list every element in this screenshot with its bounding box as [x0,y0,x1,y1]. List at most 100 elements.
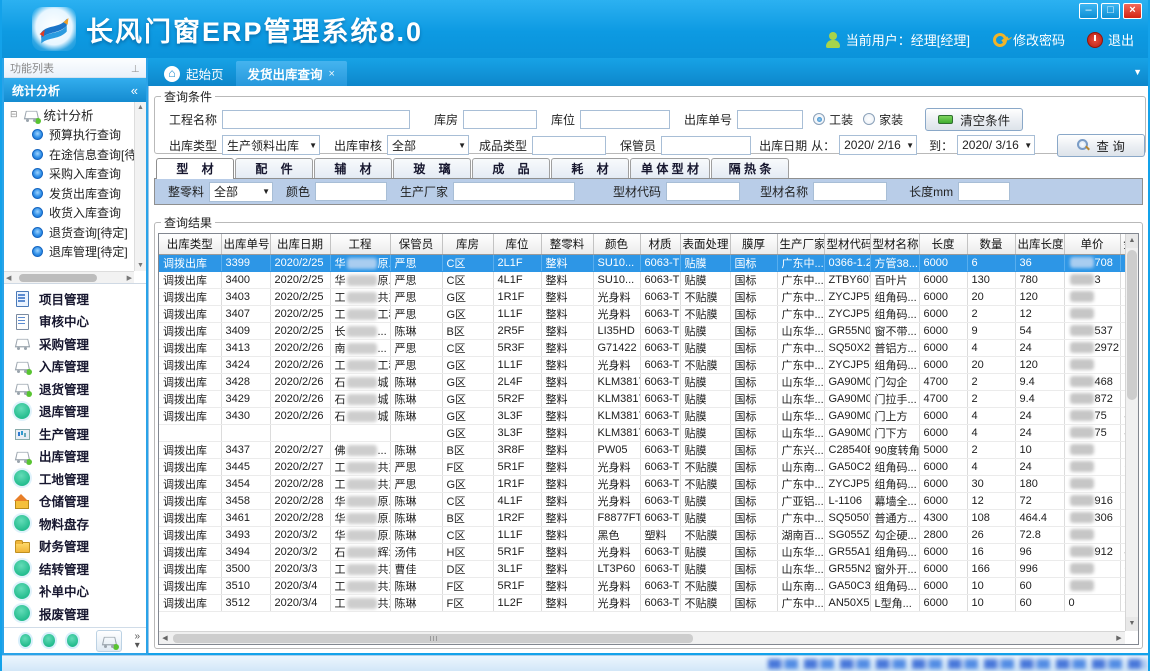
order-no-input[interactable] [737,110,803,129]
table-row[interactable]: 调拨出库34452020/2/27工共工程严思F区5R1F整料光身料6063-T… [159,458,1138,475]
maker-input[interactable] [453,182,575,201]
pin-icon[interactable]: ⊤ [131,62,140,73]
scroll-left-icon[interactable]: ◀ [159,634,171,642]
column-header-保管员[interactable]: 保管员 [390,234,442,254]
column-header-单价[interactable]: 单价 [1064,234,1120,254]
sidebar-item-物料盘存[interactable]: 物料盘存 [14,513,146,534]
column-header-膜厚[interactable]: 膜厚 [730,234,777,254]
product-type-input[interactable] [532,136,606,155]
tree-expander-icon[interactable]: ⊟ [10,109,18,120]
material-tab-型材[interactable]: 型 材 [156,158,234,179]
date-from-picker[interactable]: 2020/ 2/16▼ [839,135,917,155]
sidebar-item-审核中心[interactable]: 审核中心 [14,310,146,331]
tab-overflow-icon[interactable]: ▼ [1133,67,1142,77]
table-row[interactable]: 调拨出库34932020/3/2华原...陈琳C区1L1F整料黑色塑料不贴膜国标… [159,526,1138,543]
minimize-button[interactable]: – [1079,3,1098,19]
scroll-thumb[interactable] [1127,250,1137,400]
clear-conditions-button[interactable]: 清空条件 [925,108,1023,131]
cart-module-button[interactable] [96,630,122,652]
scroll-down-icon[interactable]: ▼ [1126,617,1138,631]
sidebar-item-项目管理[interactable]: 项目管理 [14,288,146,309]
column-header-整零料[interactable]: 整零料 [541,234,593,254]
table-row[interactable]: G区3L3F整料KLM38176063-T5贴膜国标山东华...GA90M09.… [159,424,1138,441]
table-row[interactable]: 调拨出库35002020/3/3工共工程曹佳D区3L1F整料LT3P606063… [159,560,1138,577]
table-row[interactable]: 调拨出库34302020/2/26石城陈琳G区3L3F整料KLM38176063… [159,407,1138,424]
column-header-颜色[interactable]: 颜色 [593,234,640,254]
sidebar-item-工地管理[interactable]: 工地管理 [14,468,146,489]
search-button[interactable]: 查 询 [1057,134,1145,157]
column-header-材质[interactable]: 材质 [640,234,680,254]
sidebar-item-入库管理[interactable]: 入库管理 [14,355,146,376]
tree-item[interactable]: 收货入库查询 [10,203,134,223]
grid-horizontal-scrollbar[interactable]: ◀ ▶ [159,631,1125,644]
tab-发货出库查询[interactable]: 发货出库查询× [236,61,347,86]
sidebar-item-采购管理[interactable]: 采购管理 [14,333,146,354]
tree-vertical-scrollbar[interactable]: ▲ ▼ [134,102,146,271]
table-row[interactable]: 调拨出库34242020/2/26工工程严思G区1L1F整料光身料6063-T5… [159,356,1138,373]
sidebar-item-退库管理[interactable]: 退库管理 [14,400,146,421]
keeper-input[interactable] [661,136,751,155]
table-row[interactable]: 调拨出库34002020/2/25华原...严思C区4L1F整料SU10...6… [159,271,1138,288]
sidebar-item-报废管理[interactable]: 报废管理 [14,603,146,624]
table-row[interactable]: 调拨出库35102020/3/4工共工程陈琳F区5R1F整料光身料6063-T5… [159,577,1138,594]
scroll-right-icon[interactable]: ▶ [127,274,132,282]
table-row[interactable]: 调拨出库35122020/3/4工共工程陈琳F区1L2F整料光身料6063-T5… [159,594,1138,611]
sidebar-item-补单中心[interactable]: 补单中心 [14,580,146,601]
sidebar-item-仓储管理[interactable]: 仓储管理 [14,490,146,511]
module-dot-icon[interactable] [20,634,31,647]
sidebar-item-结转管理[interactable]: 结转管理 [14,558,146,579]
column-header-数量[interactable]: 数量 [967,234,1015,254]
scroll-right-icon[interactable]: ▶ [1113,634,1125,642]
table-row[interactable]: 调拨出库34372020/2/27佛...陈琳B区3R8F整料PW056063-… [159,441,1138,458]
whole-part-select[interactable]: 全部▼ [209,182,273,202]
material-tab-辅材[interactable]: 辅 材 [314,158,392,178]
material-tab-配件[interactable]: 配 件 [235,158,313,178]
material-tab-玻璃[interactable]: 玻 璃 [393,158,471,178]
close-tab-icon[interactable]: × [329,68,335,80]
column-header-出库类型[interactable]: 出库类型 [159,234,221,254]
grid-vertical-scrollbar[interactable]: ▲ ▼ [1125,234,1138,631]
logout-link[interactable]: 退出 [1087,30,1134,49]
audit-select[interactable]: 全部▼ [387,135,469,155]
date-to-picker[interactable]: 2020/ 3/16▼ [957,135,1035,155]
column-header-工程[interactable]: 工程 [330,234,390,254]
sidebar-item-生产管理[interactable]: 生产管理 [14,423,146,444]
column-header-出库单号[interactable]: 出库单号 [221,234,270,254]
table-row[interactable]: 调拨出库34942020/3/2石辉城汤伟H区5R1F整料光身料6063-T5贴… [159,543,1138,560]
column-header-型材代码[interactable]: 型材代码 [824,234,870,254]
material-tab-耗材[interactable]: 耗 材 [551,158,629,178]
table-row[interactable]: 调拨出库33992020/2/25华原...严思C区2L1F整料SU10...6… [159,254,1138,271]
scroll-thumb[interactable] [173,634,693,643]
sidebar-item-退货管理[interactable]: 退货管理 [14,378,146,399]
table-row[interactable]: 调拨出库34092020/2/25长...陈琳B区2R5F整料LI35HD606… [159,322,1138,339]
change-password-link[interactable]: 修改密码 [992,30,1065,49]
column-header-出库长度[interactable]: 出库长度 [1015,234,1064,254]
scroll-up-icon[interactable]: ▲ [1126,234,1138,248]
table-row[interactable]: 调拨出库34582020/2/28华原...陈琳C区4L1F整料光身料6063-… [159,492,1138,509]
more-modules-button[interactable]: »▾ [134,632,140,650]
project-name-input[interactable] [222,110,410,129]
close-button[interactable]: × [1123,3,1142,19]
column-header-生产厂家[interactable]: 生产厂家 [777,234,824,254]
table-row[interactable]: 调拨出库34032020/2/25工共工程严思G区1R1F整料光身料6063-T… [159,288,1138,305]
column-header-长度[interactable]: 长度 [919,234,967,254]
scroll-left-icon[interactable]: ◀ [6,274,11,282]
table-row[interactable]: 调拨出库34612020/2/28华原...陈琳B区1R2F整料F8877FT6… [159,509,1138,526]
table-row[interactable]: 调拨出库34542020/2/28工共工程严思G区1R1F整料光身料6063-T… [159,475,1138,492]
table-row[interactable]: 调拨出库34132020/2/26南...严思C区5R3F整料G71422606… [159,339,1138,356]
stats-group-header[interactable]: 统计分析 « [4,78,146,102]
sidebar-item-出库管理[interactable]: 出库管理 [14,445,146,466]
tab-起始页[interactable]: ⌂起始页 [152,61,236,86]
scroll-up-icon[interactable]: ▲ [137,104,144,111]
tree-item[interactable]: 在途信息查询[待 [10,145,134,165]
profile-name-input[interactable] [813,182,887,201]
module-dot-icon[interactable] [67,634,78,647]
column-header-出库日期[interactable]: 出库日期 [270,234,330,254]
tree-root-node[interactable]: ⊟ 统计分析 [10,104,134,125]
length-input[interactable] [958,182,1010,201]
module-dot-icon[interactable] [43,634,54,647]
color-input[interactable] [315,182,387,201]
tree-item[interactable]: 退库管理[待定] [10,242,134,262]
tree-item[interactable]: 采购入库查询 [10,164,134,184]
scroll-thumb[interactable] [19,274,97,282]
